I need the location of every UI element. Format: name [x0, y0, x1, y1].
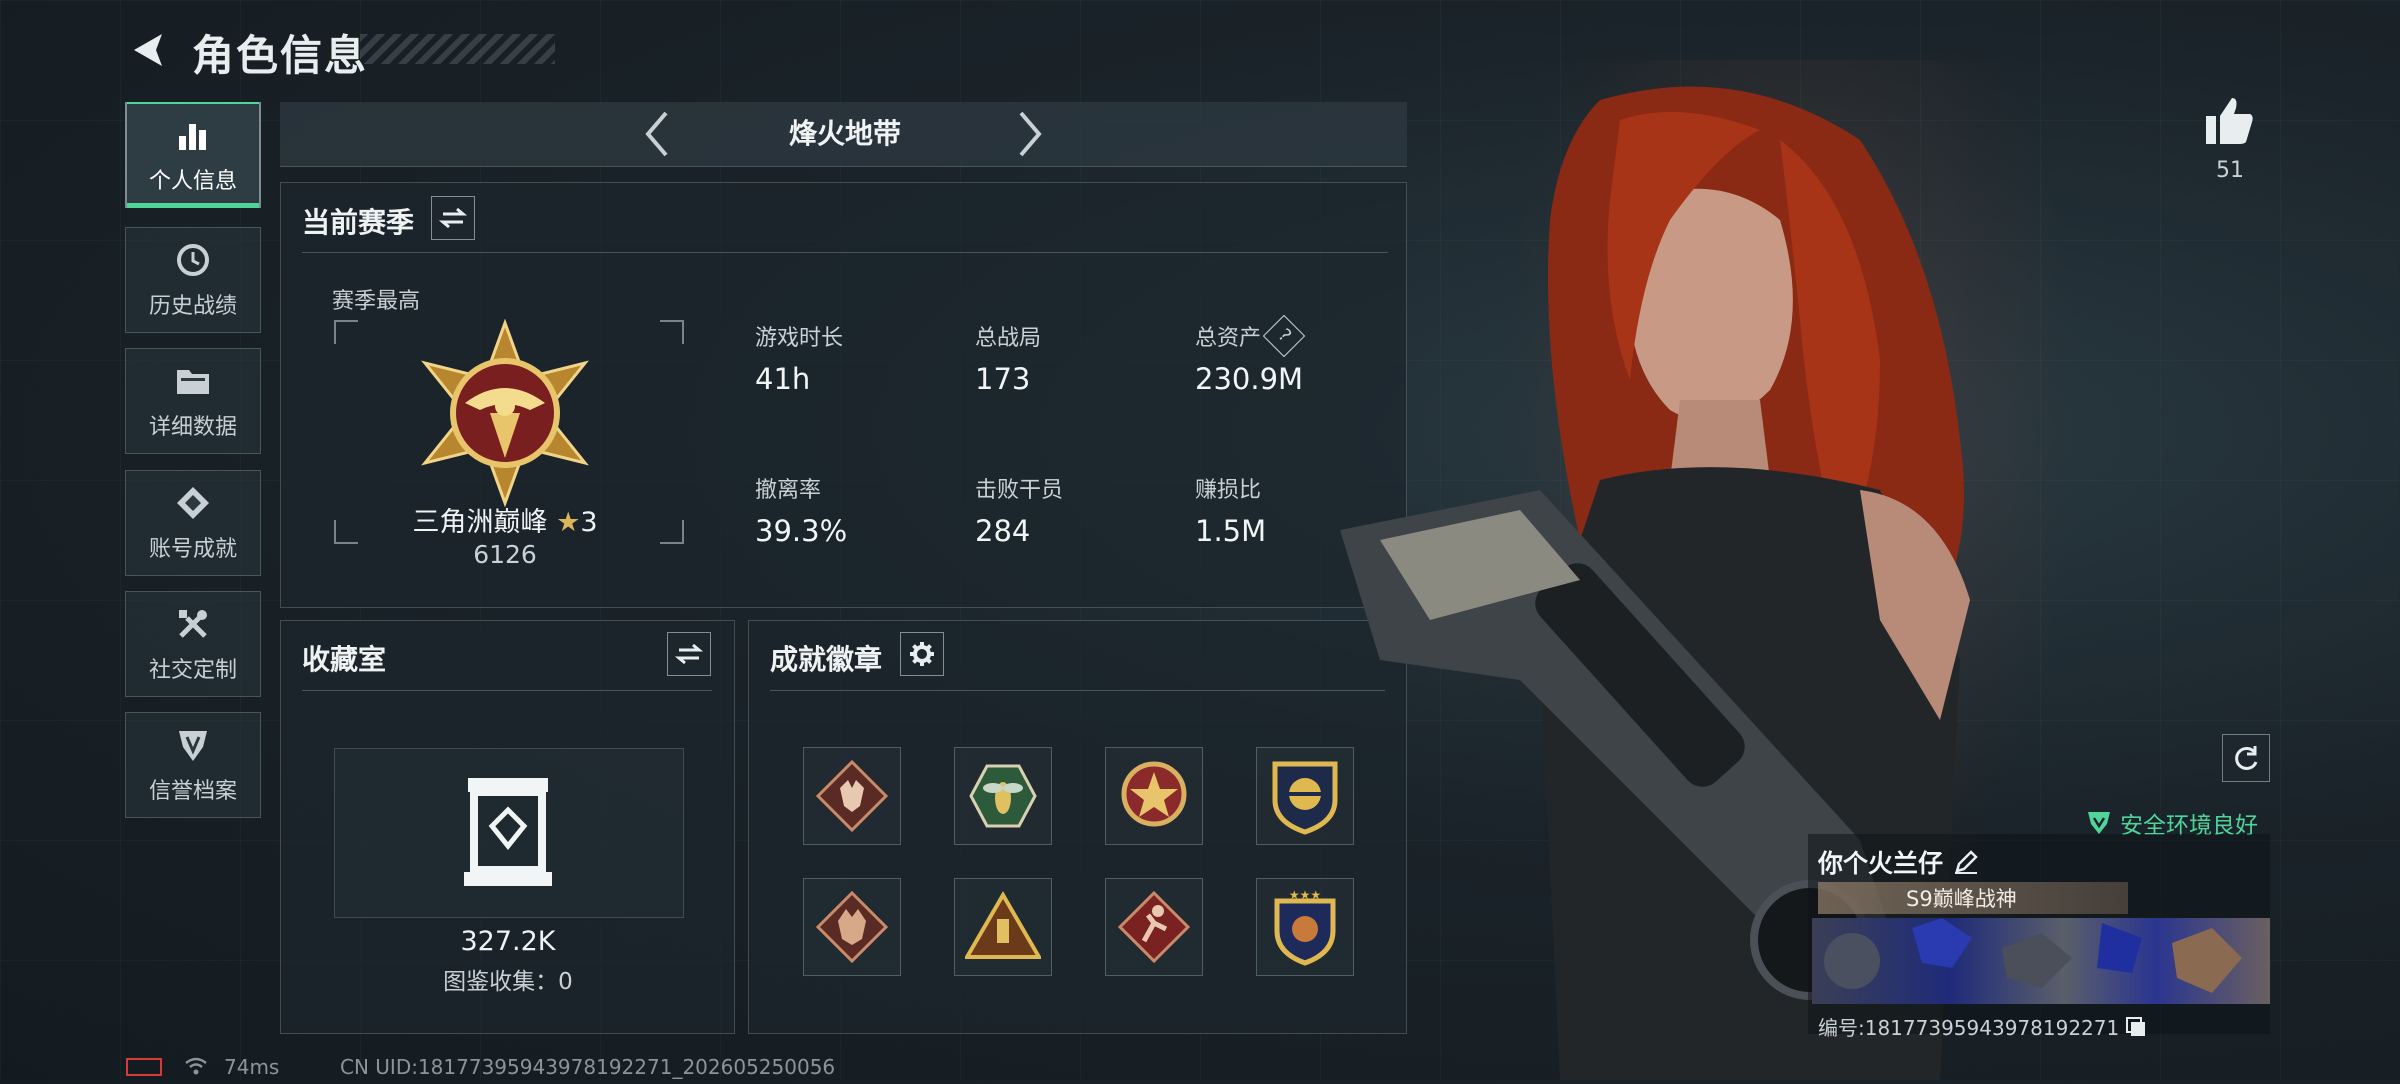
divider — [302, 690, 712, 691]
title-badge-text: S9巅峰战神 — [1906, 887, 2017, 911]
sidebar-item-label: 社交定制 — [148, 658, 237, 683]
page-title: 角色信息 — [192, 31, 369, 80]
banner-pattern-icon — [1824, 918, 2242, 993]
achievements-settings-button[interactable] — [900, 632, 944, 676]
uid-text: CN UID:18177395943978192271_202605250056 — [340, 1055, 836, 1079]
help-icon[interactable]: ? — [1262, 314, 1306, 358]
edit-pencil-icon[interactable] — [1953, 849, 1979, 875]
tools-icon — [173, 604, 213, 644]
frame-corner — [660, 320, 684, 344]
sidebar-item-label: 详细数据 — [148, 415, 237, 440]
sidebar-item-label: 信誉档案 — [148, 779, 237, 804]
stat-total-matches: 总战局 173 — [975, 320, 1041, 396]
star-icon: ★ — [556, 507, 581, 538]
gear-icon — [910, 642, 934, 666]
rank-name-row: 三角洲巅峰 ★3 — [360, 500, 650, 539]
mode-prev-button[interactable] — [637, 106, 677, 162]
thumbs-up-icon — [2206, 98, 2253, 144]
sidebar-item-reputation[interactable]: 信誉档案 — [125, 712, 261, 818]
star-badge-icon[interactable] — [1105, 747, 1203, 845]
collection-switch-button[interactable] — [667, 632, 711, 676]
shield-check-icon — [2088, 812, 2110, 834]
stat-extraction-rate: 撤离率 39.3% — [755, 472, 847, 548]
chevron-left-icon — [645, 111, 668, 157]
stat-value: 284 — [975, 514, 1031, 548]
season-switch-button[interactable] — [431, 196, 475, 240]
title-badge-bar: S9巅峰战神 — [1818, 882, 2128, 914]
ping-value: 74ms — [224, 1055, 280, 1079]
wifi-icon — [184, 1056, 208, 1080]
stat-value: 39.3% — [755, 514, 848, 548]
refresh-icon — [2235, 746, 2258, 770]
player-name: 你个火兰仔 — [1818, 849, 1944, 878]
sidebar-item-label: 历史战绩 — [148, 294, 237, 319]
sidebar-item-personal-info[interactable]: 个人信息 — [125, 102, 261, 208]
catalog-count: 图鉴收集：0 — [443, 969, 573, 995]
title-decoration — [360, 34, 555, 64]
chevron-right-icon — [1019, 111, 1042, 157]
history-clock-icon — [173, 240, 213, 280]
battery-icon — [126, 1058, 162, 1076]
wolf-badge-icon[interactable] — [803, 747, 901, 845]
stat-label: 总战局 — [975, 326, 1042, 351]
back-button[interactable] — [120, 24, 176, 76]
frame-corner — [334, 320, 358, 344]
shield-icon — [173, 725, 213, 765]
mode-title: 烽火地带 — [788, 117, 901, 150]
stat-label: 总资产 — [1195, 326, 1262, 351]
achievements-title: 成就徽章 — [770, 643, 883, 676]
collection-title: 收藏室 — [302, 643, 387, 676]
stat-label: 游戏时长 — [755, 326, 844, 351]
player-name-row: 你个火兰仔 — [1818, 844, 1979, 880]
stat-operators-defeated: 击败干员 284 — [975, 472, 1063, 548]
sidebar-item-label: 个人信息 — [148, 169, 237, 194]
stat-play-time: 游戏时长 41h — [755, 320, 843, 396]
rank-emblem-icon — [410, 318, 600, 512]
divider — [770, 690, 1385, 691]
season-panel-title: 当前赛季 — [302, 206, 415, 239]
rank-name: 三角洲巅峰 — [412, 507, 548, 538]
stat-label: 击败干员 — [975, 478, 1064, 503]
stat-profit-loss: 赚损比 1.5M — [1195, 472, 1266, 548]
player-banner — [1812, 918, 2270, 1004]
mode-next-button[interactable] — [1010, 106, 1050, 162]
sidebar-item-label: 账号成就 — [148, 537, 237, 562]
collection-value: 327.2K — [460, 926, 556, 957]
like-count: 51 — [2216, 158, 2244, 183]
player-id: 编号:18177395943978192271 — [1818, 1016, 2120, 1040]
diamond-achievement-icon — [173, 483, 213, 523]
stat-value: 1.5M — [1195, 514, 1267, 548]
dragon-badge-icon[interactable] — [803, 878, 901, 976]
svg-text:★★★: ★★★ — [1289, 888, 1321, 902]
stat-label: 撤离率 — [755, 478, 822, 503]
runner-badge-icon[interactable] — [1105, 878, 1203, 976]
stat-total-assets: 总资产 ? 230.9M — [1195, 314, 1306, 396]
refresh-button[interactable] — [2222, 734, 2270, 782]
pyramid-badge-icon[interactable] — [954, 878, 1052, 976]
like-button[interactable] — [2204, 96, 2256, 150]
stat-value: 230.9M — [1195, 362, 1304, 396]
swap-icon — [439, 207, 467, 229]
folder-icon — [173, 361, 213, 401]
sidebar-item-social[interactable]: 社交定制 — [125, 591, 261, 697]
sidebar-item-history[interactable]: 历史战绩 — [125, 227, 261, 333]
copy-icon[interactable] — [2125, 1016, 2147, 1038]
player-id-row: 编号:18177395943978192271 — [1818, 1012, 2147, 1041]
stat-label: 赚损比 — [1195, 478, 1262, 503]
display-case-icon — [462, 776, 554, 892]
stat-value: 41h — [755, 362, 811, 396]
frame-corner — [660, 520, 684, 544]
frame-corner — [334, 520, 358, 544]
swap-icon — [675, 643, 703, 665]
divider — [302, 252, 1388, 253]
sidebar-item-achievements[interactable]: 账号成就 — [125, 470, 261, 576]
stat-value: 173 — [975, 362, 1031, 396]
bar-chart-icon — [173, 115, 213, 155]
back-arrow-icon — [134, 34, 162, 66]
sidebar-item-detailed-data[interactable]: 详细数据 — [125, 348, 261, 454]
rank-score: 6126 — [473, 540, 537, 569]
rank-stars: 3 — [580, 507, 598, 538]
season-best-label: 赛季最高 — [332, 289, 421, 314]
wasp-badge-icon[interactable] — [954, 747, 1052, 845]
